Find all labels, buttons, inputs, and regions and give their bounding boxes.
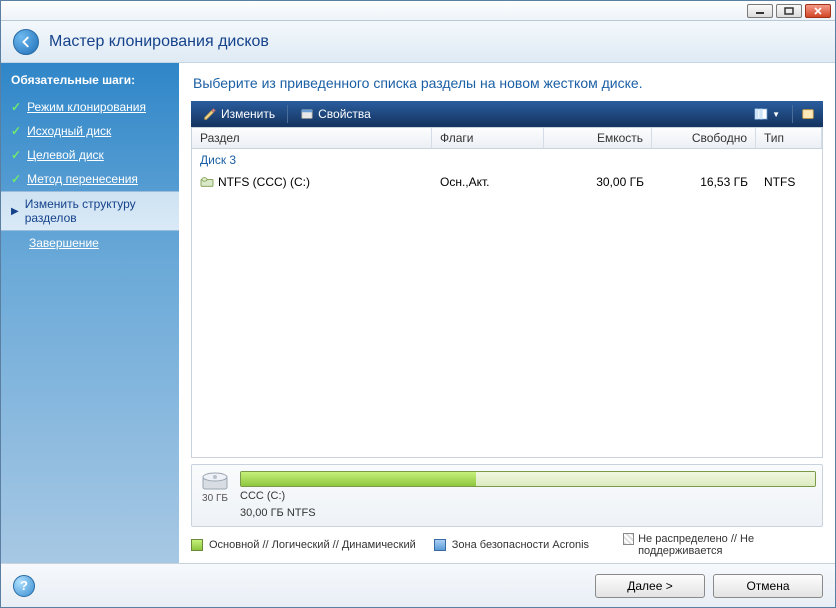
instruction-text: Выберите из приведенного списка разделы … — [179, 63, 835, 101]
legend-unalloc-wrap: Не распределено // Не поддерживается — [623, 533, 823, 557]
disk-size-label: 30 ГБ — [202, 493, 228, 504]
edit-button[interactable]: Изменить — [197, 105, 281, 123]
legend-zone: Зона безопасности Acronis — [452, 539, 589, 551]
back-button[interactable] — [13, 29, 39, 55]
header: Мастер клонирования дисков — [1, 21, 835, 63]
col-partition[interactable]: Раздел — [192, 128, 432, 148]
bar-label-2: 30,00 ГБ NTFS — [240, 506, 816, 520]
cell-type: NTFS — [756, 173, 822, 191]
disk-badge: 30 ГБ — [198, 471, 232, 504]
pencil-icon — [203, 107, 217, 121]
help-button[interactable]: ? — [13, 575, 35, 597]
partition-name: NTFS (CCC) (C:) — [218, 175, 310, 189]
bar-label-1: CCC (C:) — [240, 489, 816, 503]
sidebar-heading: Обязательные шаги: — [1, 67, 179, 95]
sidebar-item-label: Исходный диск — [27, 124, 111, 138]
sidebar-item-label: Метод перенесения — [27, 172, 138, 186]
table-body: Диск 3 NTFS (CCC) (C:) Осн.,Акт. 30,00 Г… — [191, 149, 823, 458]
col-type[interactable]: Тип — [756, 128, 822, 148]
legend-primary: Основной // Логический // Динамический — [209, 539, 416, 551]
hdd-icon — [201, 471, 229, 491]
columns-button[interactable]: ▼ — [748, 105, 786, 123]
col-flags[interactable]: Флаги — [432, 128, 544, 148]
legend-swatch-zone — [434, 539, 446, 551]
properties-label: Свойства — [318, 107, 371, 121]
footer: ? Далее > Отмена — [1, 563, 835, 607]
sidebar-item-target-disk[interactable]: ✓ Целевой диск — [1, 143, 179, 167]
columns-icon — [754, 107, 768, 121]
main-panel: Выберите из приведенного списка разделы … — [179, 63, 835, 563]
body: Обязательные шаги: ✓ Режим клонирования … — [1, 63, 835, 563]
col-capacity[interactable]: Емкость — [544, 128, 652, 148]
chevron-down-icon: ▼ — [772, 110, 780, 119]
partition-icon — [200, 176, 214, 188]
maximize-button[interactable] — [776, 4, 802, 18]
legend-swatch-primary — [191, 539, 203, 551]
disk-group[interactable]: Диск 3 — [192, 149, 822, 171]
cancel-button[interactable]: Отмена — [713, 574, 823, 598]
partition-bar[interactable] — [240, 471, 816, 487]
cell-partition: NTFS (CCC) (C:) — [192, 173, 432, 191]
view-icon — [801, 107, 815, 121]
arrow-right-icon: ▶ — [11, 206, 19, 217]
cell-free: 16,53 ГБ — [652, 173, 756, 191]
bar-free — [476, 472, 815, 486]
view-button[interactable] — [799, 105, 817, 123]
properties-button[interactable]: Свойства — [294, 105, 377, 123]
edit-label: Изменить — [221, 107, 275, 121]
check-icon: ✓ — [11, 100, 21, 114]
legend-unalloc: Не распределено // Не поддерживается — [638, 533, 823, 557]
next-button[interactable]: Далее > — [595, 574, 705, 598]
wizard-title: Мастер клонирования дисков — [49, 33, 269, 51]
cell-capacity: 30,00 ГБ — [544, 173, 652, 191]
wizard-window: Мастер клонирования дисков Обязательные … — [0, 0, 836, 608]
titlebar — [1, 1, 835, 21]
table-header: Раздел Флаги Емкость Свободно Тип — [191, 127, 823, 149]
sidebar-item-move-method[interactable]: ✓ Метод перенесения — [1, 167, 179, 191]
sidebar-item-label: Изменить структуру разделов — [25, 197, 169, 225]
separator — [287, 105, 288, 123]
col-free[interactable]: Свободно — [652, 128, 756, 148]
check-icon: ✓ — [11, 148, 21, 162]
disk-map: 30 ГБ CCC (C:) 30,00 ГБ NTFS — [191, 464, 823, 527]
sidebar-item-finish[interactable]: Завершение — [1, 231, 179, 255]
sidebar: Обязательные шаги: ✓ Режим клонирования … — [1, 63, 179, 563]
check-icon: ✓ — [11, 124, 21, 138]
table-row[interactable]: NTFS (CCC) (C:) Осн.,Акт. 30,00 ГБ 16,53… — [192, 171, 822, 193]
sidebar-item-label: Завершение — [29, 236, 99, 250]
cell-flags: Осн.,Акт. — [432, 173, 544, 191]
bar-wrap: CCC (C:) 30,00 ГБ NTFS — [240, 471, 816, 520]
sidebar-item-label: Режим клонирования — [27, 100, 146, 114]
sidebar-item-clone-mode[interactable]: ✓ Режим клонирования — [1, 95, 179, 119]
properties-icon — [300, 107, 314, 121]
sidebar-item-source-disk[interactable]: ✓ Исходный диск — [1, 119, 179, 143]
sidebar-item-label: Целевой диск — [27, 148, 104, 162]
legend: Основной // Логический // Динамический З… — [191, 533, 823, 557]
close-button[interactable] — [805, 4, 831, 18]
check-icon: ✓ — [11, 172, 21, 186]
minimize-button[interactable] — [747, 4, 773, 18]
sidebar-item-change-layout[interactable]: ▶ Изменить структуру разделов — [1, 191, 179, 231]
separator — [792, 105, 793, 123]
toolbar: Изменить Свойства ▼ — [191, 101, 823, 127]
bar-used — [241, 472, 476, 486]
legend-swatch-unalloc — [623, 533, 634, 545]
